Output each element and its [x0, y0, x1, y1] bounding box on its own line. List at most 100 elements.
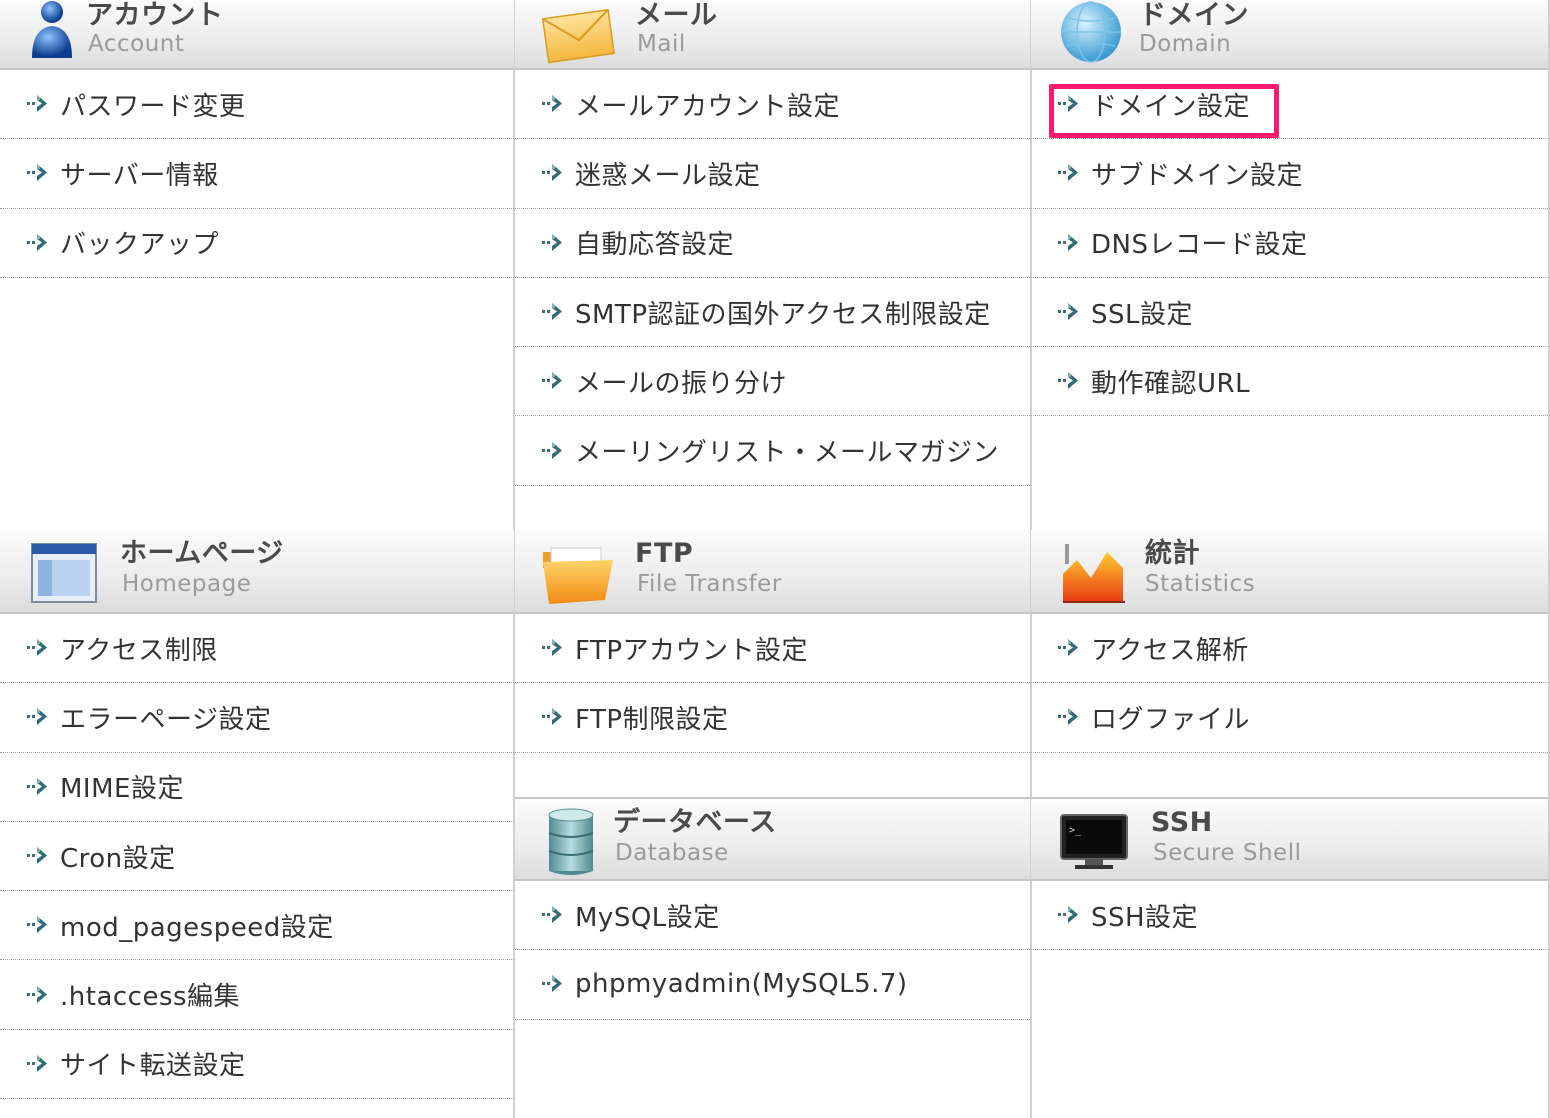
arrow-right-icon: [1058, 372, 1078, 390]
panel-homepage: ホームページ Homepage アクセス制限 エラーページ設定 MIME設定 C…: [0, 530, 514, 1100]
arrow-right-icon: [542, 708, 562, 726]
arrow-right-icon: [1058, 708, 1078, 726]
domain-globe-icon: [1061, 1, 1121, 63]
arrow-right-icon: [542, 164, 562, 182]
column-right: ドメイン Domain ドメイン設定 サブドメイン設定 DNSレコード設定 SS…: [1031, 0, 1548, 1118]
panel-subtitle: Statistics: [1145, 571, 1256, 597]
arrow-right-icon: [542, 441, 562, 459]
panel-title: メール: [635, 0, 718, 31]
arrow-right-icon: [1058, 233, 1078, 251]
menu-item-ssh-settings[interactable]: SSH設定: [1031, 881, 1548, 951]
arrow-right-icon: [1058, 906, 1078, 924]
menu-item-label: 迷惑メール設定: [575, 160, 761, 191]
panel-header-homepage: ホームページ Homepage: [0, 530, 514, 614]
arrow-right-icon: [27, 777, 47, 795]
panel-statistics: 統計 Statistics アクセス解析 ログファイル: [1031, 530, 1548, 822]
highlight-box-domain-settings: [1049, 84, 1279, 138]
menu-item-cron[interactable]: Cron設定: [0, 822, 514, 892]
menu-item-password-change[interactable]: パスワード変更: [0, 70, 514, 140]
arrow-right-icon: [1058, 639, 1078, 657]
menu-item-access-restriction[interactable]: アクセス制限: [0, 614, 514, 684]
arrow-right-icon: [542, 95, 562, 113]
column-middle: メール Mail メールアカウント設定 迷惑メール設定 自動応答設定 SMTP認…: [515, 0, 1030, 1118]
arrow-right-icon: [27, 1054, 47, 1072]
column-left: アカウント Account パスワード変更 サーバー情報 バックアップ ホームペ…: [0, 0, 514, 1118]
arrow-right-icon: [542, 639, 562, 657]
menu-item-label: mod_pagespeed設定: [60, 912, 334, 943]
panel-header-database: データベース Database: [515, 797, 1030, 881]
menu-item-subdomain[interactable]: サブドメイン設定: [1031, 139, 1548, 209]
panel-title: ドメイン: [1139, 0, 1249, 31]
panel-title: アカウント: [86, 0, 224, 31]
arrow-right-icon: [542, 975, 562, 993]
menu-item-label: SSL設定: [1091, 299, 1193, 330]
menu-item-label: ログファイル: [1091, 704, 1251, 735]
menu-item-label: エラーページ設定: [60, 704, 272, 735]
menu-item-label: アクセス制限: [60, 635, 218, 666]
menu-item-server-info[interactable]: サーバー情報: [0, 139, 514, 209]
arrow-right-icon: [1058, 164, 1078, 182]
arrow-right-icon: [27, 916, 47, 934]
menu-item-label: バックアップ: [60, 230, 220, 261]
panel-header-ftp: FTP File Transfer: [515, 530, 1030, 614]
panel-header-statistics: 統計 Statistics: [1031, 530, 1548, 614]
menu-item-label: MIME設定: [60, 774, 184, 805]
panel-subtitle: Homepage: [122, 571, 252, 597]
menu-item-ftp-account[interactable]: FTPアカウント設定: [515, 614, 1030, 684]
menu-item-log-file[interactable]: ログファイル: [1031, 683, 1548, 753]
menu-item-smtp-restriction[interactable]: SMTP認証の国外アクセス制限設定: [515, 278, 1030, 348]
arrow-right-icon: [27, 985, 47, 1003]
menu-item-mail-account[interactable]: メールアカウント設定: [515, 70, 1030, 140]
arrow-right-icon: [542, 303, 562, 321]
menu-item-ssl[interactable]: SSL設定: [1031, 278, 1548, 348]
menu-item-htaccess[interactable]: .htaccess編集: [0, 960, 514, 1030]
menu-item-label: パスワード変更: [60, 91, 246, 122]
menu-item-mailing-list[interactable]: メーリングリスト・メールマガジン: [515, 416, 1030, 486]
menu-item-label: サーバー情報: [60, 160, 219, 191]
mail-envelope-icon: [541, 8, 616, 64]
menu-item-mod-pagespeed[interactable]: mod_pagespeed設定: [0, 891, 514, 961]
menu-item-label: FTPアカウント設定: [575, 635, 809, 666]
arrow-right-icon: [27, 95, 47, 113]
menu-item-label: メーリングリスト・メールマガジン: [575, 438, 1000, 469]
panel-subtitle: Domain: [1139, 31, 1232, 57]
panel-header-ssh: >_ SSH Secure Shell: [1031, 797, 1548, 881]
menu-item-dns-record[interactable]: DNSレコード設定: [1031, 209, 1548, 278]
arrow-right-icon: [27, 164, 47, 182]
panel-title: データベース: [613, 807, 777, 838]
arrow-right-icon: [27, 847, 47, 865]
arrow-right-icon: [27, 708, 47, 726]
panel-title: ホームページ: [120, 538, 284, 569]
arrow-right-icon: [1058, 303, 1078, 321]
menu-item-label: メールアカウント設定: [575, 91, 841, 122]
menu-item-label: サブドメイン設定: [1091, 160, 1304, 191]
panel-title: 統計: [1145, 538, 1200, 569]
menu-item-spam[interactable]: 迷惑メール設定: [515, 139, 1030, 209]
panel-account: アカウント Account パスワード変更 サーバー情報 バックアップ: [0, 0, 514, 278]
menu-item-site-redirect[interactable]: サイト転送設定: [0, 1030, 514, 1100]
menu-item-label: メールの振り分け: [575, 368, 788, 399]
panel-header-mail: メール Mail: [515, 0, 1030, 70]
menu-item-mime[interactable]: MIME設定: [0, 753, 514, 822]
menu-item-phpmyadmin[interactable]: phpmyadmin(MySQL5.7): [515, 950, 1030, 1020]
panel-database: データベース Database MySQL設定 phpmyadmin(MySQL…: [515, 797, 1030, 1020]
menu-item-error-page[interactable]: エラーページ設定: [0, 683, 514, 753]
menu-item-access-analysis[interactable]: アクセス解析: [1031, 614, 1548, 684]
menu-item-label: 動作確認URL: [1091, 368, 1251, 399]
menu-item-ftp-restriction[interactable]: FTP制限設定: [515, 683, 1030, 753]
ssh-terminal-icon: >_: [1060, 814, 1128, 869]
menu-item-auto-reply[interactable]: 自動応答設定: [515, 209, 1030, 278]
panel-subtitle: Database: [615, 840, 729, 866]
menu-item-label: DNSレコード設定: [1091, 230, 1308, 261]
panel-subtitle: Mail: [637, 31, 686, 57]
menu-item-backup[interactable]: バックアップ: [0, 209, 514, 278]
menu-item-mysql[interactable]: MySQL設定: [515, 881, 1030, 951]
panel-header-account: アカウント Account: [0, 0, 514, 70]
menu-item-test-url[interactable]: 動作確認URL: [1031, 347, 1548, 417]
menu-item-mail-filter[interactable]: メールの振り分け: [515, 347, 1030, 417]
panel-domain: ドメイン Domain ドメイン設定 サブドメイン設定 DNSレコード設定 SS…: [1031, 0, 1548, 417]
arrow-right-icon: [542, 906, 562, 924]
panel-mail: メール Mail メールアカウント設定 迷惑メール設定 自動応答設定 SMTP認…: [515, 0, 1030, 486]
ftp-folder-icon: [543, 547, 613, 604]
menu-item-label: 自動応答設定: [575, 230, 735, 261]
